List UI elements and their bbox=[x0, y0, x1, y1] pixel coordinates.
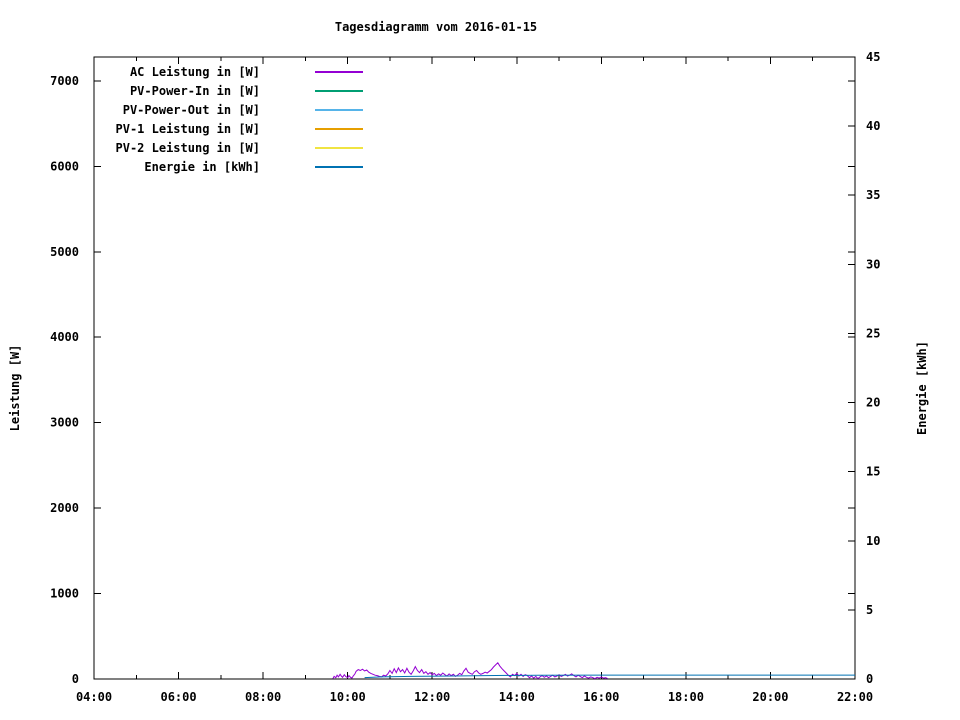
y2-tick-label: 5 bbox=[866, 603, 873, 617]
y2-tick-label: 40 bbox=[866, 119, 880, 133]
x-tick-label: 16:00 bbox=[583, 690, 619, 704]
legend-label: PV-Power-In in [W] bbox=[130, 84, 260, 98]
y-tick-label: 3000 bbox=[50, 416, 79, 430]
y2-tick-label: 35 bbox=[866, 188, 880, 202]
y-axis-label: Leistung [W] bbox=[8, 344, 22, 432]
y-tick-label: 6000 bbox=[50, 159, 79, 173]
y-tick-label: 7000 bbox=[50, 74, 79, 88]
plot-area: 04:00 06:00 08:00 10:00 12:00 14:00 16:00 18:00… bbox=[50, 50, 880, 704]
y2-tick-label: 30 bbox=[866, 257, 880, 271]
y-tick-label: 2000 bbox=[50, 501, 79, 515]
x-tick-label: 04:00 bbox=[76, 690, 112, 704]
legend-label: PV-Power-Out in [W] bbox=[123, 103, 260, 117]
series-line-energie-in-kwh- bbox=[364, 674, 855, 679]
y2-tick-label: 25 bbox=[866, 326, 880, 340]
y-tick-label: 0 bbox=[72, 672, 79, 686]
legend-label: PV-2 Leistung in [W] bbox=[116, 141, 261, 155]
y2-tick-label: 0 bbox=[866, 672, 873, 686]
x-tick-label: 18:00 bbox=[668, 690, 704, 704]
y2-tick-label: 20 bbox=[866, 396, 880, 410]
legend-label: PV-1 Leistung in [W] bbox=[116, 122, 261, 136]
y-tick-label: 1000 bbox=[50, 587, 79, 601]
tagesdiagramm-chart: 04:00 06:00 08:00 10:00 12:00 14:00 16:00 18:00… bbox=[0, 0, 960, 720]
x-tick-label: 08:00 bbox=[245, 690, 281, 704]
y2-tick-label: 10 bbox=[866, 534, 880, 548]
chart-title: Tagesdiagramm vom 2016-01-15 bbox=[334, 20, 538, 34]
x-tick-label: 12:00 bbox=[414, 690, 450, 704]
y-tick-label: 5000 bbox=[50, 245, 79, 259]
y2-tick-label: 45 bbox=[866, 50, 880, 64]
x-tick-label: 10:00 bbox=[330, 690, 366, 704]
legend-label: Energie in [kWh] bbox=[144, 160, 260, 174]
legend-label: AC Leistung in [W] bbox=[130, 65, 260, 79]
y-tick-label: 4000 bbox=[50, 330, 79, 344]
x-tick-label: 14:00 bbox=[499, 690, 535, 704]
y2-tick-label: 15 bbox=[866, 465, 880, 479]
x-tick-label: 20:00 bbox=[752, 690, 788, 704]
x-tick-label: 06:00 bbox=[160, 690, 196, 704]
x-tick-label: 22:00 bbox=[837, 690, 873, 704]
y2-axis-label: Energie [kWh] bbox=[915, 341, 929, 435]
